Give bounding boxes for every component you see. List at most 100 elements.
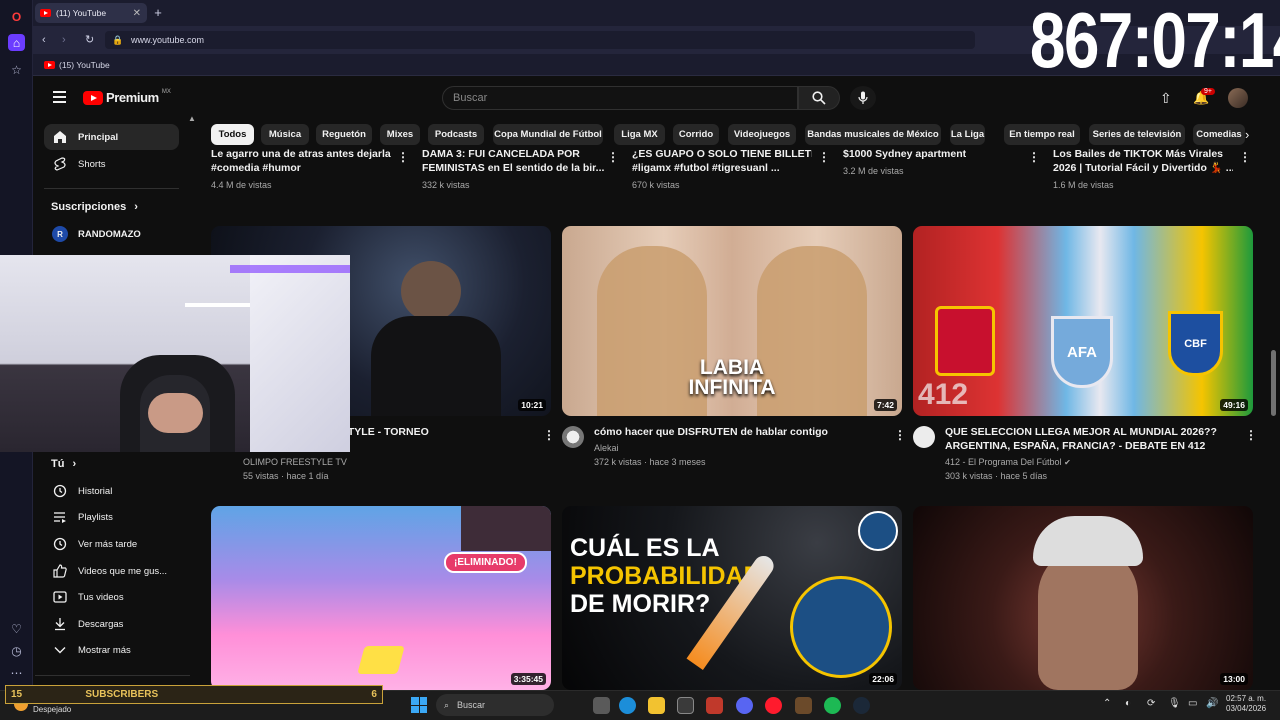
sidebar-item-shorts[interactable]: Shorts (44, 151, 179, 177)
tray-chevron-icon[interactable]: ⌃ (1103, 698, 1111, 709)
microphone-icon[interactable]: 🎙 (1168, 698, 1181, 709)
tab-youtube[interactable]: (11) YouTube ✕ (35, 3, 147, 23)
app-icon[interactable] (795, 697, 812, 714)
sidebar-item-tus-videos[interactable]: Tus videos (44, 584, 179, 610)
video-title[interactable]: Le agarro una de atras antes dejarla #com… (211, 147, 401, 175)
scroll-up-icon[interactable]: ▲ (188, 114, 196, 123)
sidebar-item-ver-mas-tarde[interactable]: Ver más tarde (44, 531, 179, 557)
network-icon[interactable]: ▭ (1188, 698, 1197, 709)
volume-icon[interactable]: 🔊 (1206, 698, 1218, 709)
address-field[interactable] (105, 31, 975, 49)
chip-7[interactable]: Corrido (673, 124, 719, 145)
more-options-icon[interactable]: ⋮ (543, 429, 555, 441)
spotify-icon[interactable] (824, 697, 841, 714)
scrollbar-thumb[interactable] (1271, 350, 1276, 416)
video-thumbnail[interactable]: ¡ELIMINADO! 3:35:45 (211, 506, 551, 690)
new-tab-button[interactable]: + (151, 5, 165, 20)
sidebar-item-historial[interactable]: Historial (44, 478, 179, 504)
sidebar-item-principal[interactable]: Principal (44, 124, 179, 150)
chip-10[interactable]: La Liga (950, 124, 985, 145)
channel-name[interactable]: Alekai (594, 441, 619, 455)
chip-2[interactable]: Reguetón (316, 124, 372, 145)
video-thumbnail[interactable]: LABIA INFINITA 7:42 (562, 226, 902, 416)
windows-start-icon[interactable] (411, 697, 427, 713)
mic-icon (858, 91, 868, 104)
history-clock-icon[interactable]: ◷ (8, 642, 25, 659)
opera-icon[interactable] (765, 697, 782, 714)
back-icon[interactable]: ‹ (42, 34, 46, 46)
lock-icon: 🔒 (112, 35, 124, 45)
video-title[interactable]: QUE SELECCION LLEGA MEJOR AL MUNDIAL 202… (945, 425, 1235, 453)
video-title[interactable]: ¿ES GUAPO O SOLO TIENE BILLETE? #ligamx #… (632, 147, 812, 175)
edge-icon[interactable] (619, 697, 636, 714)
taskbar-clock[interactable]: 02:57 a. m. 03/04/2026 (1226, 694, 1266, 714)
store-icon[interactable] (677, 697, 694, 714)
subscriptions-header[interactable]: Suscripciones › (51, 201, 138, 213)
more-options-icon[interactable]: ⋮ (894, 429, 906, 441)
video-title[interactable]: $1000 Sydney apartment (843, 147, 1023, 161)
bookmark-youtube[interactable]: (15) YouTube (44, 60, 110, 70)
chevron-right-icon: › (134, 201, 138, 213)
voice-mixer-icon[interactable] (706, 697, 723, 714)
chip-6[interactable]: Liga MX (614, 124, 665, 145)
sidebar-item-descargas[interactable]: Descargas (44, 611, 179, 637)
sidebar-item-mostrar-mas[interactable]: Mostrar más (44, 637, 179, 663)
more-options-icon[interactable]: ⋮ (607, 151, 619, 163)
sidebar-item-liked-videos[interactable]: Videos que me gus... (44, 558, 179, 584)
video-duration: 10:21 (518, 399, 546, 411)
steam-icon[interactable] (853, 697, 870, 714)
video-title[interactable]: cómo hacer que DISFRUTEN de hablar conti… (594, 425, 884, 439)
sidebar-item-playlists[interactable]: Playlists (44, 504, 179, 530)
chip-4[interactable]: Podcasts (428, 124, 484, 145)
like-icon (52, 563, 68, 579)
chip-3[interactable]: Mixes (380, 124, 420, 145)
discord-icon[interactable] (736, 697, 753, 714)
opera-logo-icon[interactable]: O (8, 8, 25, 25)
more-options-icon[interactable]: ⋮ (818, 151, 830, 163)
channel-avatar[interactable] (913, 426, 935, 448)
video-thumbnail[interactable]: 13:00 (913, 506, 1253, 690)
chip-1[interactable]: Música (261, 124, 309, 145)
url-text[interactable]: www.youtube.com (131, 35, 204, 45)
more-options-icon[interactable]: ⋮ (1028, 151, 1040, 163)
chip-8[interactable]: Videojuegos (728, 124, 796, 145)
sidebar-item-randomazo[interactable]: R RANDOMAZO (44, 221, 179, 247)
video-title[interactable]: Los Bailes de TIKTOK Más Virales 2026 | T… (1053, 147, 1233, 175)
chips-next-icon[interactable]: › (1245, 127, 1249, 142)
home-workspace-icon[interactable]: ⌂ (8, 34, 25, 51)
task-view-icon[interactable] (593, 697, 610, 714)
video-title[interactable]: DAMA 3: FUI CANCELADA POR FEMINISTAS en E… (422, 147, 604, 175)
chip-12[interactable]: Series de televisión (1089, 124, 1185, 145)
search-input[interactable]: Buscar (442, 86, 798, 110)
more-options-icon[interactable]: ⋮ (1245, 429, 1257, 441)
tray-sync-icon[interactable]: ⟳ (1147, 698, 1155, 709)
menu-icon[interactable] (53, 91, 66, 103)
more-icon[interactable]: ⋯ (8, 664, 25, 681)
tray-app-icon[interactable]: ◐ (1125, 698, 1131, 709)
chip-9[interactable]: Bandas musicales de México (805, 124, 941, 145)
chip-5[interactable]: Copa Mundial de Fútbol (493, 124, 603, 145)
video-thumbnail[interactable]: CUÁL ES LA PROBABILIDAD DE MORIR? 22:06 (562, 506, 902, 690)
star-icon[interactable]: ☆ (8, 61, 25, 78)
upload-icon[interactable]: ⇧ (1160, 90, 1172, 107)
chip-0[interactable]: Todos (211, 124, 254, 145)
channel-name[interactable]: 412 - El Programa Del Fútbol ✔ (945, 455, 1071, 470)
youtube-logo[interactable]: Premium MX (83, 89, 171, 105)
reload-icon[interactable]: ↻ (85, 33, 94, 46)
you-header[interactable]: Tú › (51, 458, 76, 470)
video-thumbnail[interactable]: AFA CBF 412 49:16 (913, 226, 1253, 416)
taskbar-search[interactable]: ⌕ Buscar (436, 694, 554, 716)
voice-search-button[interactable] (850, 86, 876, 110)
chip-11[interactable]: En tiempo real (1004, 124, 1080, 145)
more-options-icon[interactable]: ⋮ (1239, 151, 1251, 163)
file-explorer-icon[interactable] (648, 697, 665, 714)
more-options-icon[interactable]: ⋮ (397, 151, 409, 163)
close-tab-icon[interactable]: ✕ (133, 8, 141, 19)
channel-avatar[interactable] (562, 426, 584, 448)
channel-name[interactable]: OLIMPO FREESTYLE TV (243, 455, 347, 469)
forward-icon[interactable]: › (62, 34, 66, 46)
chip-13[interactable]: Comedias (1193, 124, 1245, 145)
heart-icon[interactable]: ♡ (8, 620, 25, 637)
account-avatar[interactable] (1228, 88, 1248, 108)
search-button[interactable] (798, 86, 840, 110)
